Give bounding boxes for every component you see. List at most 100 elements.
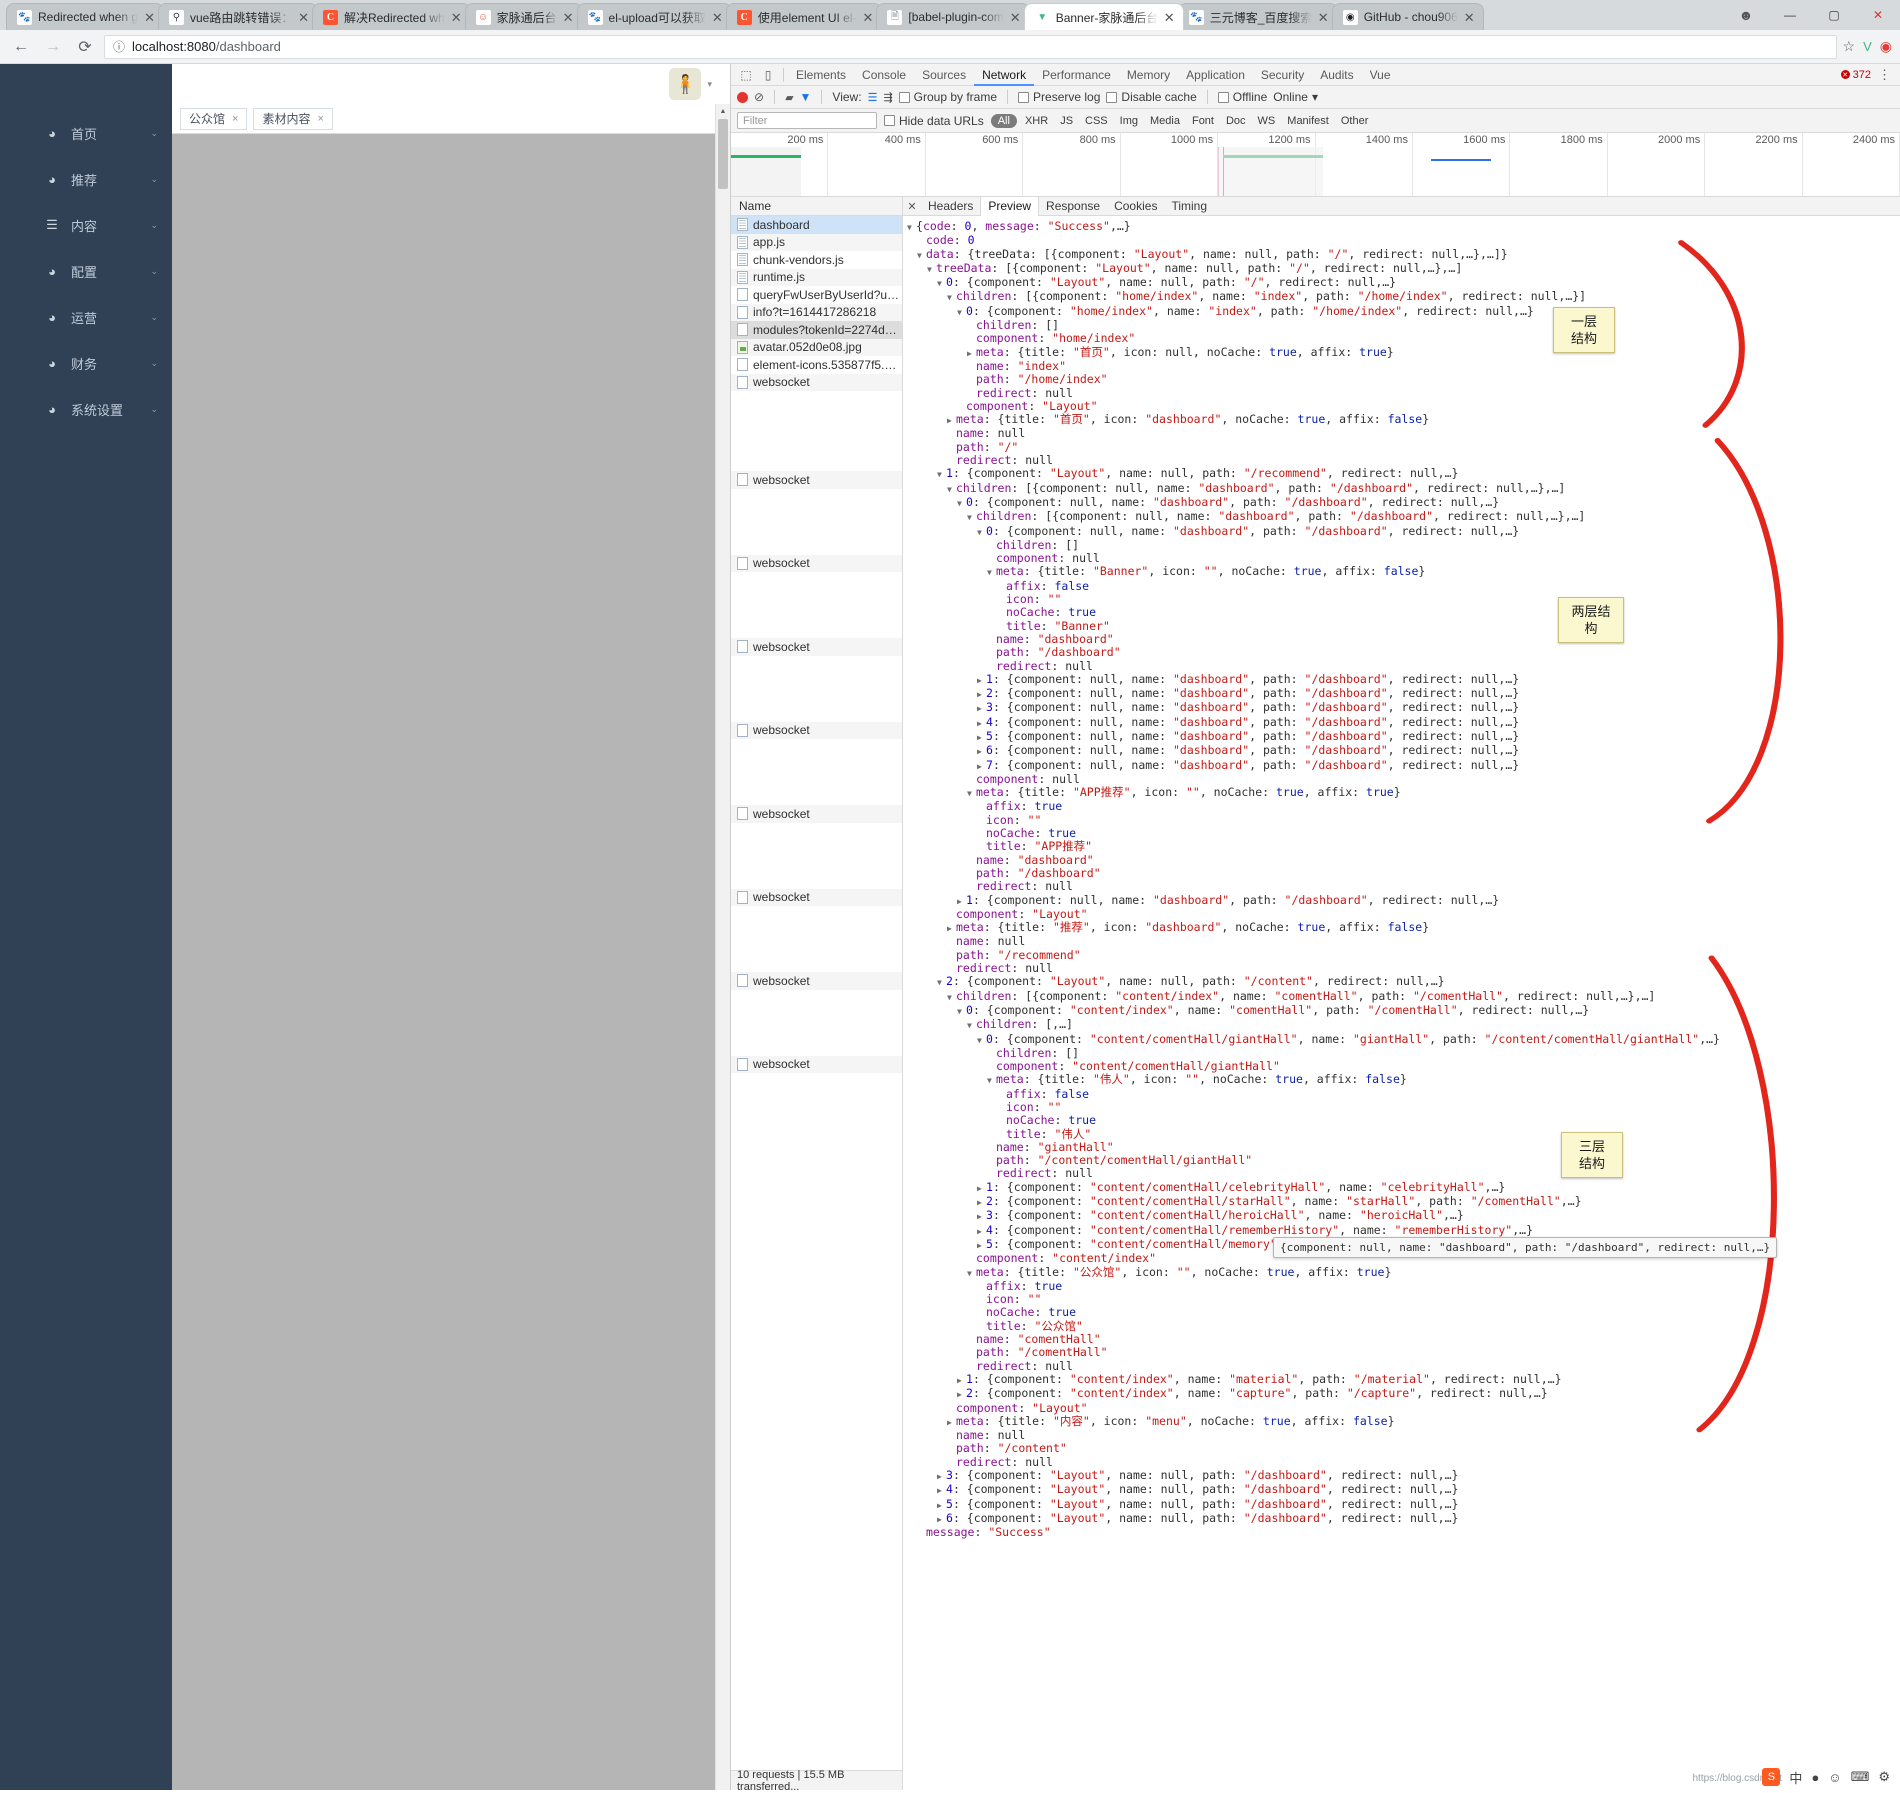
type-filter-manifest[interactable]: Manifest — [1283, 115, 1333, 127]
type-filter-xhr[interactable]: XHR — [1021, 115, 1052, 127]
checkbox-icon[interactable] — [884, 115, 895, 126]
hide-data-urls-toggle[interactable]: Hide data URLs — [884, 114, 984, 128]
json-line[interactable]: ▼meta: {title: "公众馆", icon: "", noCache:… — [907, 1266, 1900, 1280]
devtools-tab-vue[interactable]: Vue — [1362, 64, 1399, 86]
request-row[interactable]: websocket — [731, 555, 902, 573]
json-line[interactable]: ▼children: [{component: "content/index",… — [907, 990, 1900, 1004]
json-line[interactable]: affix: false — [907, 1088, 1900, 1101]
disclosure-triangle-icon[interactable]: ▶ — [977, 760, 986, 773]
disclosure-triangle-icon[interactable]: ▶ — [957, 1388, 966, 1401]
devtools-tab-performance[interactable]: Performance — [1034, 64, 1119, 86]
network-overview-timeline[interactable]: 200 ms400 ms600 ms800 ms1000 ms1200 ms14… — [731, 133, 1900, 197]
ime-settings-icon[interactable]: ⚙ — [1878, 1769, 1890, 1785]
chevron-down-icon[interactable]: ⌄ — [150, 358, 158, 369]
request-row[interactable]: dashboard — [731, 216, 902, 234]
disclosure-triangle-icon[interactable]: ▼ — [937, 277, 946, 290]
json-line[interactable]: ▶meta: {title: "首页", icon: null, noCache… — [907, 346, 1900, 360]
json-line[interactable]: ▶3: {component: null, name: "dashboard",… — [907, 701, 1900, 715]
clear-icon[interactable]: ⊘ — [754, 90, 764, 104]
disclosure-triangle-icon[interactable]: ▶ — [977, 1182, 986, 1195]
chevron-down-icon[interactable]: ⌄ — [150, 220, 158, 231]
json-line[interactable]: redirect: null — [907, 1456, 1900, 1469]
back-icon[interactable]: ← — [8, 34, 34, 60]
device-toolbar-icon[interactable]: ▯ — [757, 65, 779, 85]
browser-tab[interactable]: ▼Banner-家脉通后台✕ — [1024, 3, 1184, 30]
checkbox-icon[interactable] — [899, 92, 910, 103]
disclosure-triangle-icon[interactable]: ▶ — [977, 717, 986, 730]
disclosure-triangle-icon[interactable]: ▼ — [977, 526, 986, 539]
preview-json-tree[interactable]: ▼{code: 0, message: "Success",…}code: 0▼… — [903, 216, 1900, 1790]
disclosure-triangle-icon[interactable]: ▼ — [947, 291, 956, 304]
json-line[interactable]: ▼0: {component: "content/index", name: "… — [907, 1004, 1900, 1018]
json-line[interactable]: name: "index" — [907, 360, 1900, 373]
close-window-button[interactable]: ✕ — [1856, 0, 1900, 30]
json-line[interactable]: icon: "" — [907, 1101, 1900, 1114]
disclosure-triangle-icon[interactable]: ▶ — [977, 1196, 986, 1209]
chevron-down-icon[interactable]: ⌄ — [150, 128, 158, 139]
json-line[interactable]: title: "APP推荐" — [907, 840, 1900, 853]
request-row[interactable]: websocket — [731, 1056, 902, 1074]
disclosure-triangle-icon[interactable]: ▶ — [977, 674, 986, 687]
request-row[interactable]: websocket — [731, 805, 902, 823]
page-scrollbar[interactable]: ▲ — [715, 104, 730, 1790]
json-line[interactable]: path: "/recommend" — [907, 949, 1900, 962]
disclosure-triangle-icon[interactable]: ▶ — [977, 1225, 986, 1238]
devtools-tab-memory[interactable]: Memory — [1119, 64, 1178, 86]
disclosure-triangle-icon[interactable]: ▼ — [967, 1019, 976, 1032]
keyboard-icon[interactable]: ⌨ — [1851, 1769, 1870, 1785]
site-info-icon[interactable]: ⓘ — [113, 38, 125, 55]
sidebar-item-系统设置[interactable]: ◕系统设置⌄ — [0, 386, 172, 432]
record-icon[interactable] — [737, 92, 748, 103]
json-line[interactable]: ▼2: {component: "Layout", name: null, pa… — [907, 975, 1900, 989]
disclosure-triangle-icon[interactable]: ▼ — [987, 566, 996, 579]
json-line[interactable]: ▶2: {component: "content/index", name: "… — [907, 1387, 1900, 1401]
filter-icon[interactable]: ▼ — [800, 90, 812, 104]
request-row[interactable]: app.js — [731, 234, 902, 252]
detail-tab-timing[interactable]: Timing — [1164, 197, 1214, 216]
json-line[interactable]: component: "Layout" — [907, 400, 1900, 413]
json-line[interactable]: ▶6: {component: null, name: "dashboard",… — [907, 744, 1900, 758]
close-icon[interactable]: ✕ — [863, 11, 874, 24]
json-line[interactable]: ▶7: {component: null, name: "dashboard",… — [907, 759, 1900, 773]
disclosure-triangle-icon[interactable]: ▶ — [967, 347, 976, 360]
list-view-icon[interactable]: ☰ — [868, 91, 878, 104]
json-line[interactable]: ▶5: {component: "Layout", name: null, pa… — [907, 1498, 1900, 1512]
devtools-tab-elements[interactable]: Elements — [788, 64, 854, 86]
disclosure-triangle-icon[interactable]: ▼ — [967, 511, 976, 524]
json-line[interactable]: affix: false — [907, 580, 1900, 593]
request-row[interactable]: websocket — [731, 471, 902, 489]
browser-tab[interactable]: Redirected when g✕ — [6, 3, 164, 30]
close-icon[interactable]: ✕ — [563, 11, 574, 24]
disclosure-triangle-icon[interactable]: ▼ — [947, 483, 956, 496]
json-line[interactable]: path: "/content" — [907, 1442, 1900, 1455]
view-tag[interactable]: 公众馆× — [180, 108, 247, 130]
avatar[interactable]: 🧍 — [669, 68, 701, 100]
devtools-tab-security[interactable]: Security — [1253, 64, 1312, 86]
close-icon[interactable]: ✕ — [1464, 11, 1475, 24]
type-filter-doc[interactable]: Doc — [1222, 115, 1250, 127]
maximize-button[interactable]: ▢ — [1812, 0, 1856, 30]
json-line[interactable]: redirect: null — [907, 880, 1900, 893]
json-line[interactable]: component: "Layout" — [907, 908, 1900, 921]
json-line[interactable]: ▼meta: {title: "APP推荐", icon: "", noCach… — [907, 786, 1900, 800]
browser-tab[interactable]: 🗎[babel-plugin-com✕ — [876, 3, 1029, 30]
disclosure-triangle-icon[interactable]: ▶ — [977, 1210, 986, 1223]
json-line[interactable]: ▶meta: {title: "首页", icon: "dashboard", … — [907, 413, 1900, 427]
json-line[interactable]: icon: "" — [907, 1293, 1900, 1306]
sogou-icon[interactable]: S — [1762, 1768, 1780, 1786]
devtools-menu-icon[interactable]: ⋮ — [1875, 67, 1894, 83]
chevron-down-icon[interactable]: ⌄ — [150, 404, 158, 415]
scrollbar-thumb[interactable] — [718, 119, 728, 189]
json-line[interactable]: ▶6: {component: "Layout", name: null, pa… — [907, 1512, 1900, 1526]
json-line[interactable]: ▼{code: 0, message: "Success",…} — [907, 220, 1900, 234]
json-line[interactable]: icon: "" — [907, 593, 1900, 606]
punctuation-icon[interactable]: ● — [1811, 1770, 1819, 1785]
request-row[interactable]: websocket — [731, 722, 902, 740]
request-rows[interactable]: dashboardapp.jschunk-vendors.jsruntime.j… — [731, 216, 902, 1770]
chevron-down-icon[interactable]: ⌄ — [150, 174, 158, 185]
close-icon[interactable]: ✕ — [903, 200, 921, 213]
sidebar-item-配置[interactable]: ◕配置⌄ — [0, 248, 172, 294]
json-line[interactable]: path: "/home/index" — [907, 373, 1900, 386]
filter-input[interactable]: Filter — [737, 112, 877, 129]
json-line[interactable]: ▶1: {component: null, name: "dashboard",… — [907, 894, 1900, 908]
